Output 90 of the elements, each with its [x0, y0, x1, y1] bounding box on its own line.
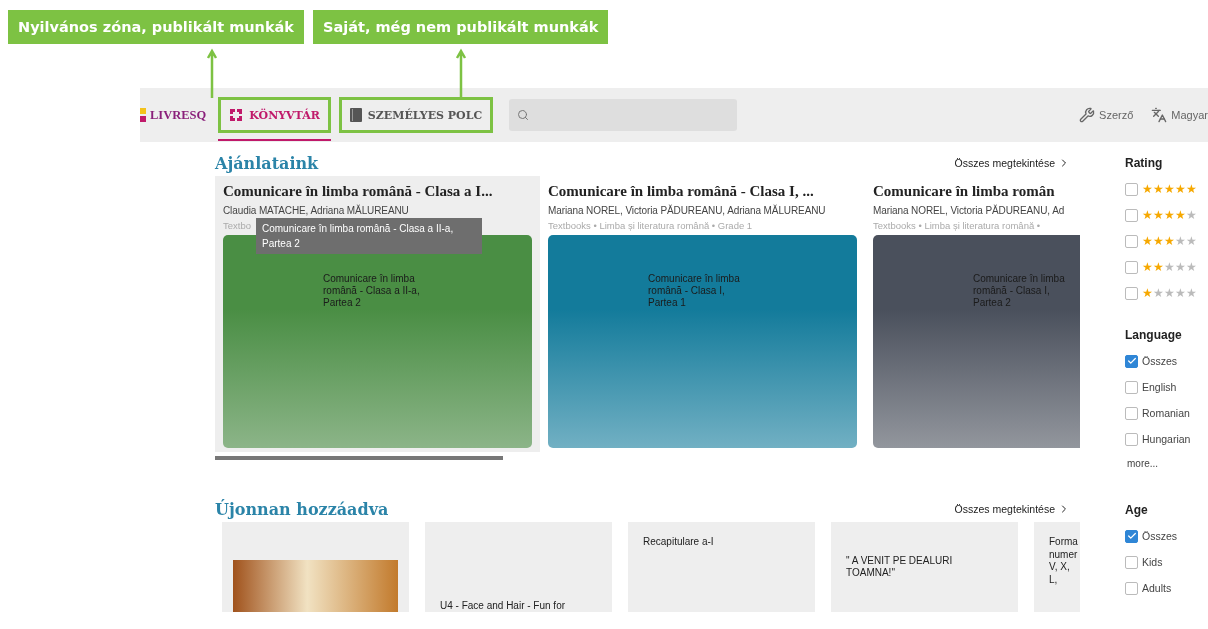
- option-label: English: [1142, 381, 1177, 393]
- checkbox[interactable]: [1125, 406, 1138, 420]
- search-field[interactable]: [509, 99, 738, 131]
- translate-icon: [1151, 107, 1168, 123]
- book-title: Comunicare în limba română - Clasa I, ...: [548, 183, 815, 201]
- star-icon: ★: [1142, 287, 1153, 299]
- star-icon: ★: [1153, 235, 1164, 247]
- star-icon: ★: [1142, 261, 1153, 273]
- star-icon: ★: [1164, 209, 1175, 221]
- book-meta: Textbooks • Limba și literatura română • Grade 1: [548, 220, 753, 233]
- book-card[interactable]: Forma numer V, X, L,: [1034, 522, 1080, 612]
- book-icon: [349, 108, 362, 122]
- star-icon: ★: [1164, 235, 1175, 247]
- book-meta: Textbooks • Limba și literatura română •: [873, 220, 1041, 233]
- star-icon: ★: [1164, 287, 1175, 299]
- language-link[interactable]: Magyar: [1151, 107, 1208, 123]
- star-icon: ★: [1186, 209, 1197, 221]
- logo-text: LIVRESQ: [150, 107, 207, 123]
- book-meta: Textbo: [223, 220, 251, 233]
- star-icon: ★: [1142, 209, 1153, 221]
- star-icon: ★: [1164, 183, 1175, 195]
- wrench-icon: [1079, 107, 1096, 123]
- option-label: Kids: [1142, 556, 1163, 568]
- star-icon: ★: [1153, 183, 1164, 195]
- checkbox[interactable]: [1125, 286, 1138, 300]
- star-icon: ★: [1153, 261, 1164, 273]
- star-icon: ★: [1186, 287, 1197, 299]
- book-authors: Claudia MATACHE, Adriana MĂLUREANU: [223, 205, 410, 218]
- star-icon: ★: [1186, 183, 1197, 195]
- option-label: Hungarian: [1142, 433, 1191, 445]
- view-all-link[interactable]: Összes megtekintése: [954, 157, 1070, 169]
- checkbox[interactable]: [1125, 555, 1138, 569]
- book-title: U4 - Face and Hair - Fun for: [440, 599, 567, 612]
- section-title: Ajánlataink: [215, 153, 319, 173]
- star-icon: ★: [1175, 183, 1186, 195]
- tooltip: Comunicare în limba română - Clasa a II-a, Partea 2: [256, 218, 482, 254]
- more-link[interactable]: more...: [1127, 458, 1208, 469]
- checkbox[interactable]: [1125, 260, 1138, 274]
- book-card[interactable]: Recapitulare a-I: [628, 522, 815, 612]
- book-title: Forma numer V, X, L,: [1049, 536, 1079, 586]
- option-label: Összes: [1142, 355, 1177, 367]
- filter-title: Age: [1125, 503, 1149, 517]
- book-cover: Comunicare în limba română - Clasa I, Partea 1: [548, 235, 857, 448]
- book-title: Recapitulare a-I: [643, 536, 715, 549]
- book-title: " A VENIT PE DEALURI TOAMNA!": [846, 554, 954, 580]
- star-icon: ★: [1164, 261, 1175, 273]
- book-title: Comunicare în limba român: [873, 183, 1056, 201]
- book-title: Comunicare în limba română - Clasa a I...: [223, 183, 494, 201]
- annotation-arrow: [207, 50, 217, 98]
- nav-tab[interactable]: SZEMÉLYES POLC: [338, 97, 494, 133]
- star-icon: ★: [1175, 235, 1186, 247]
- filter-title: Rating: [1125, 156, 1164, 170]
- star-icon: ★: [1175, 209, 1186, 221]
- checkbox[interactable]: [1125, 380, 1138, 394]
- book-authors: Mariana NOREL, Victoria PĂDUREANU, Ad: [873, 205, 1066, 218]
- library-icon: [229, 108, 244, 122]
- book-card[interactable]: Comunicare în limba română - Clasa a I... Claudia MATACHE, Adriana MĂLUREANU Textbo Comunicare în limba română - Clasa a II-a, Partea 2 Comunicare în limba română - Clasa a II-a, Partea 2: [215, 176, 540, 452]
- checkbox[interactable]: [1125, 432, 1138, 446]
- annotation-arrow: [456, 50, 466, 98]
- option-label: Adults: [1142, 582, 1172, 594]
- checkbox[interactable]: [1125, 581, 1138, 595]
- filter-title: Language: [1125, 328, 1183, 342]
- star-icon: ★: [1175, 261, 1186, 273]
- author-link[interactable]: Szerző: [1079, 107, 1134, 123]
- star-icon: ★: [1142, 235, 1153, 247]
- logo-icon: [140, 108, 146, 122]
- book-authors: Mariana NOREL, Victoria PĂDUREANU, Adriana MĂLUREANU: [548, 205, 827, 218]
- star-icon: ★: [1175, 287, 1186, 299]
- star-icon: ★: [1142, 183, 1153, 195]
- checkbox[interactable]: [1125, 208, 1138, 222]
- book-card[interactable]: U4 - Face and Hair - Fun for: [425, 522, 612, 612]
- star-icon: ★: [1153, 287, 1164, 299]
- checkbox[interactable]: [1125, 529, 1138, 543]
- checkbox[interactable]: [1125, 234, 1138, 248]
- book-card[interactable]: Comunicare în limba română - Clasa I, ... Mariana NOREL, Victoria PĂDUREANU, Adriana MĂLUREANU Textbooks • Limba și literatura română • Grade 1 Comunicare în limba română - Clasa I, Partea 1: [540, 176, 865, 452]
- book-card[interactable]: " A VENIT PE DEALURI TOAMNA!": [831, 522, 1018, 612]
- star-icon: ★: [1186, 261, 1197, 273]
- star-icon: ★: [1186, 235, 1197, 247]
- section-title: Újonnan hozzáadva: [215, 499, 389, 519]
- callout-label: Saját, még nem publikált munkák: [313, 10, 609, 44]
- option-label: Összes: [1142, 530, 1177, 542]
- checkbox[interactable]: [1125, 354, 1138, 368]
- book-card[interactable]: [222, 522, 409, 612]
- option-label: Romanian: [1142, 407, 1190, 419]
- search-icon: [517, 109, 530, 121]
- view-all-link[interactable]: Összes megtekintése: [954, 503, 1070, 515]
- star-icon: ★: [1153, 209, 1164, 221]
- scrollbar[interactable]: [215, 456, 503, 460]
- callout-label: Nyilvános zóna, publikált munkák: [8, 10, 305, 44]
- checkbox[interactable]: [1125, 182, 1138, 196]
